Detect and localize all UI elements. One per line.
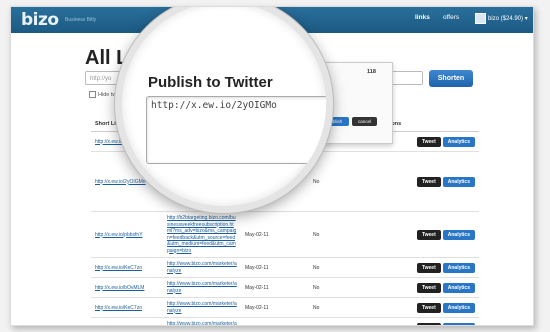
tweet-text: http://x.ew.io/2yOIGMo <box>151 100 277 111</box>
analytics-button[interactable]: Analytics <box>442 262 475 273</box>
actions-cell: TweetAnalytics <box>377 257 479 278</box>
hide-label: Hide tw <box>98 91 117 98</box>
long-link[interactable]: http://www.bizo.com/marketer/analyze <box>163 257 241 278</box>
actions-cell: TweetAnalytics <box>377 151 479 212</box>
table-row: http://x.ew.io/pbbsfnY http://b2btargeti… <box>91 211 479 258</box>
short-link[interactable]: http://x.ew.io/pbbsfnY <box>91 211 163 258</box>
date-cell: May-02-11 <box>241 277 309 298</box>
tagline: Business Bitly <box>65 17 97 23</box>
app-window: bizo Business Bitly links offers bizo ($… <box>10 6 534 326</box>
tweet-button[interactable]: Tweet <box>416 322 441 325</box>
tweeted-cell: No <box>309 277 377 298</box>
actions-cell: TweetAnalytics <box>377 277 479 298</box>
date-cell: May-02-11 <box>241 317 309 325</box>
long-link[interactable]: http://www.bizo.com/marketer/analyze <box>163 317 241 325</box>
date-cell: May-02-11 <box>241 257 309 278</box>
short-link[interactable]: http://x.ew.io/bOvMLM <box>91 317 163 325</box>
table-row: http://x.ew.io/bOvMLM http://www.bizo.co… <box>91 277 479 298</box>
nav-offers[interactable]: offers <box>443 14 459 21</box>
table-row: http://x.ew.io/KeC7zo http://www.bizo.co… <box>91 257 479 278</box>
long-link[interactable]: http://www.bizo.com/marketer/analyze <box>163 297 241 318</box>
tweet-button[interactable]: Tweet <box>416 176 441 187</box>
actions-cell: TweetAnalytics <box>377 317 479 325</box>
bizo-logo[interactable]: bizo <box>21 10 59 30</box>
account-menu[interactable]: bizo ($24.90) ▾ <box>488 15 528 22</box>
tweet-button[interactable]: Tweet <box>416 229 441 240</box>
tweeted-cell: No <box>309 211 377 258</box>
tweet-button[interactable]: Tweet <box>416 136 441 147</box>
tweeted-cell: No <box>309 297 377 318</box>
actions-cell: TweetAnalytics <box>377 211 479 258</box>
shorten-button[interactable]: Shorten <box>429 70 473 87</box>
actions-cell: TweetAnalytics <box>377 297 479 318</box>
long-link[interactable]: http://b2btargeting.bizo.com/businesswee… <box>163 211 241 258</box>
analytics-button[interactable]: Analytics <box>442 176 475 187</box>
tweeted-cell: No <box>309 257 377 278</box>
analytics-button[interactable]: Analytics <box>442 322 475 325</box>
tweet-textarea[interactable]: http://x.ew.io/2yOIGMo <box>146 96 326 164</box>
hide-checkbox[interactable] <box>89 91 96 98</box>
table-row: http://x.ew.io/KeC7zo http://www.bizo.co… <box>91 297 479 318</box>
char-counter: 118 <box>367 69 376 75</box>
tweet-button[interactable]: Tweet <box>416 262 441 273</box>
hide-tweeted-toggle[interactable]: Hide tw <box>89 91 116 98</box>
analytics-button[interactable]: Analytics <box>442 229 475 240</box>
nav-links[interactable]: links <box>415 14 430 21</box>
dialog-title: Publish to Twitter <box>148 74 273 91</box>
tweet-button[interactable]: Tweet <box>416 282 441 293</box>
avatar <box>475 13 486 24</box>
date-cell: May-02-11 <box>241 297 309 318</box>
short-link[interactable]: http://x.ew.io/KeC7zo <box>91 257 163 278</box>
date-cell: May-02-11 <box>241 211 309 258</box>
analytics-button[interactable]: Analytics <box>442 302 475 313</box>
tweet-button[interactable]: Tweet <box>416 302 441 313</box>
cancel-button[interactable]: cancel <box>352 117 377 126</box>
tweeted-cell: No <box>309 317 377 325</box>
short-link[interactable]: http://x.ew.io/bOvMLM <box>91 277 163 298</box>
analytics-button[interactable]: Analytics <box>442 282 475 293</box>
long-link[interactable]: http://www.bizo.com/marketer/analyze <box>163 277 241 298</box>
short-link[interactable]: http://x.ew.io/KeC7zo <box>91 297 163 318</box>
analytics-button[interactable]: Analytics <box>442 136 475 147</box>
table-row: http://x.ew.io/bOvMLM http://www.bizo.co… <box>91 317 479 325</box>
